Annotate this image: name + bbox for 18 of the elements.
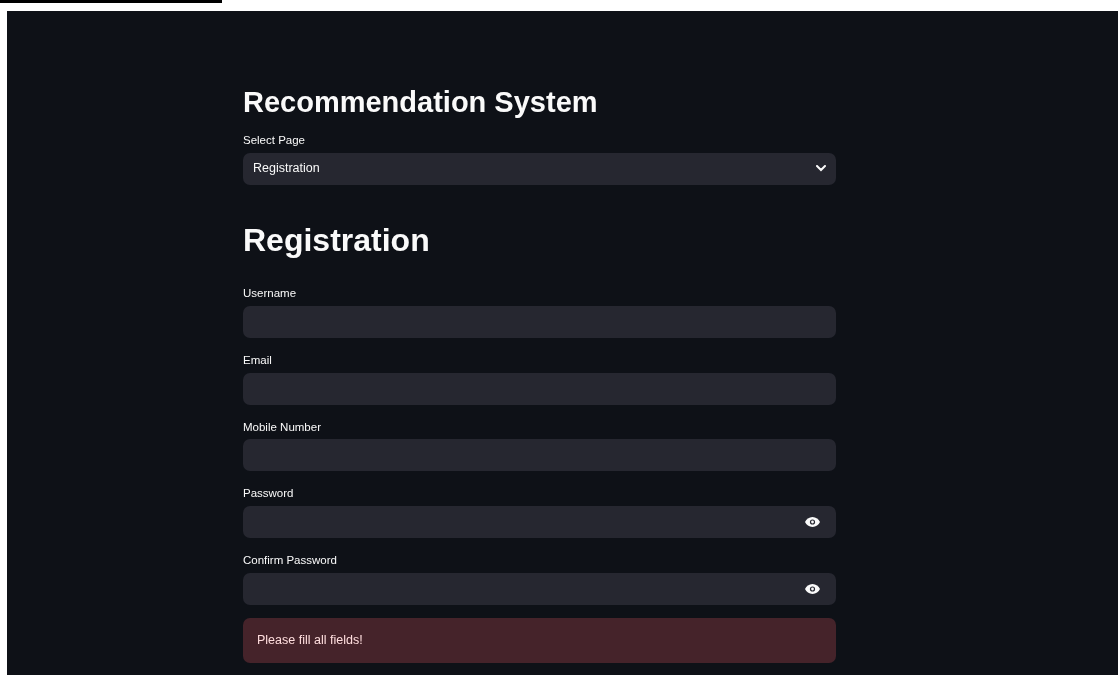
eye-icon[interactable] <box>805 583 820 594</box>
chevron-down-icon <box>816 165 826 173</box>
input-field[interactable] <box>243 439 836 472</box>
field-label: Confirm Password <box>243 554 337 568</box>
input-field[interactable] <box>243 572 836 605</box>
field-label: Username <box>243 287 297 301</box>
section-heading: Registration <box>243 220 431 259</box>
page-title: Recommendation System <box>243 85 599 120</box>
error-alert: Please fill all fields! <box>243 617 836 663</box>
field-label: Mobile Number <box>243 420 321 435</box>
eye-icon[interactable] <box>805 517 820 528</box>
page-select[interactable]: Registration <box>243 152 836 185</box>
input-field[interactable] <box>243 305 836 338</box>
input-field[interactable] <box>243 506 836 539</box>
input-field[interactable] <box>243 372 836 405</box>
field-label: Select Page <box>243 133 305 148</box>
field-label: Password <box>243 487 294 502</box>
field-label: Email <box>243 353 272 368</box>
